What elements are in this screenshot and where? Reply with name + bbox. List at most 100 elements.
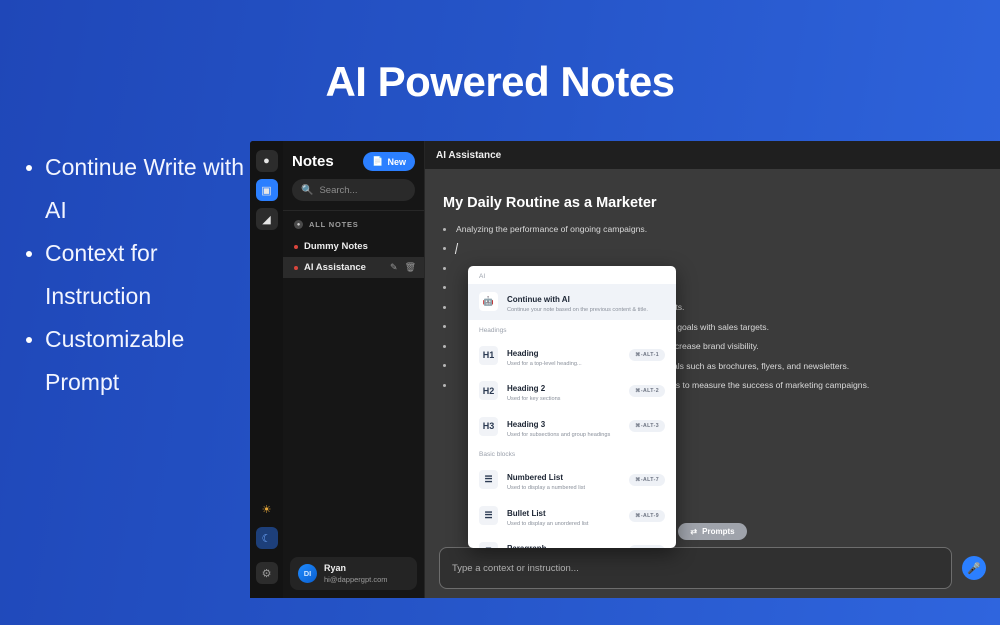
list-item: Continue Write with AI [18,146,250,232]
bullet-dot-icon [26,251,32,257]
list-item [443,242,980,255]
instruction-input[interactable]: Type a context or instruction... [439,547,952,589]
bullet-dot-icon [443,305,446,309]
sun-glyph: ☀ [261,503,272,516]
menu-item-desc: Used for key sections [507,396,561,403]
bullet-text: Analyzing the performance of ongoing cam… [456,224,648,234]
user-profile[interactable]: DI Ryan hi@dappergpt.com [290,557,417,590]
shortcut-badge: ⌘-ALT-0 [629,545,665,548]
note-status-dot-icon [294,265,298,270]
menu-item-title: Heading [507,348,539,358]
chat-glyph: ● [263,155,270,167]
bullet-dot-icon [443,286,446,289]
robot-icon: 🤖 [479,292,498,312]
bullet-dot-icon [443,266,446,270]
menu-item-title: Paragraph [507,544,547,548]
shuffle-icon: ⇄ [690,527,698,536]
bullet-text: ting goals with sales targets. [661,321,769,332]
menu-item-title: Numbered List [507,473,564,483]
bullet-dot-icon [443,344,446,348]
page-title: AI Powered Notes [325,58,675,105]
bullet-text: ators to measure the success of marketin… [661,380,870,390]
menu-item-paragraph[interactable]: T Paragraph Used for the body of your do… [468,533,676,548]
menu-item-heading-3[interactable]: H3 Heading 3 Used for subsections and gr… [468,409,676,445]
list-item: Context for Instruction [18,232,250,318]
paragraph-icon: T [479,541,498,548]
moon-icon[interactable]: ☾ [255,527,278,549]
list-item[interactable]: Dummy Notes [283,236,424,257]
search-icon: 🔍 [301,184,314,196]
menu-item-desc: Used to display a numbered list [507,485,586,492]
user-name: Ryan [324,563,347,574]
section-label-ai: AI [479,273,486,280]
avatar: DI [298,564,317,584]
heading-1-icon: H1 [479,345,498,365]
menu-item-numbered-list[interactable]: ☰ Numbered List Used to display a number… [468,462,676,498]
menu-item-bullet-list[interactable]: ☰ Bullet List Used to display an unorder… [468,498,676,534]
main-header: AI Assistance [425,141,1000,169]
menu-item-text: Heading 2 Used for key sections [507,378,620,404]
folder-icon: ● [294,220,303,229]
menu-item-text: Heading Used for a top-level heading... [507,343,620,369]
moon-glyph: ☾ [261,532,272,545]
menu-item-title: Heading 2 [507,384,546,394]
heading-3-icon: H3 [479,416,498,436]
sun-icon[interactable]: ☀ [256,498,278,520]
slash-command-menu[interactable]: AI 🤖 Continue with AI Continue your note… [468,266,676,548]
menu-item-text: Heading 3 Used for subsections and group… [507,414,620,440]
feature-label: Customizable Prompt [45,326,185,395]
notes-glyph: ▣ [261,184,272,197]
menu-item-title: Continue with AI [507,295,570,304]
prompts-button[interactable]: ⇄ Prompts [678,523,747,540]
icon-rail: ● ▣ ◢ ☀ ☾ ⚙ [250,141,283,598]
list-item: Analyzing the performance of ongoing cam… [443,223,980,235]
gear-icon[interactable]: ⚙ [255,562,278,584]
all-notes-header[interactable]: ● ALL NOTES [283,211,424,236]
user-email: hi@dappergpt.com [324,574,388,584]
shortcut-badge: ⌘-ALT-2 [629,384,665,397]
menu-item-heading-2[interactable]: H2 Heading 2 Used for key sections ⌘-ALT… [468,373,676,409]
text-cursor [454,242,459,254]
document-icon: 📄 [372,156,384,166]
menu-item-desc: Continue your note based on the previous… [507,307,648,313]
menu-item-continue-with-ai[interactable]: 🤖 Continue with AI Continue your note ba… [468,284,676,320]
menu-item-desc: Used for a top-level heading... [507,360,582,367]
menu-item-text: Paragraph Used for the body of your docu… [507,538,620,548]
list-item[interactable]: AI Assistance ✎ 🗑 [283,257,424,278]
section-label-basic-blocks: Basic blocks [479,451,516,459]
note-row-actions: ✎ 🗑 [390,262,416,273]
section-label-headings: Headings [479,326,507,334]
delete-icon[interactable]: 🗑 [405,262,416,273]
shortcut-badge: ⌘-ALT-7 [629,473,665,486]
note-title: AI Assistance [304,262,366,273]
sidebar-title: Notes [292,153,334,170]
chat-icon[interactable]: ● [255,150,278,172]
gear-glyph: ⚙ [261,567,272,580]
notes-icon[interactable]: ▣ [255,179,278,201]
menu-item-heading-1[interactable]: H1 Heading Used for a top-level heading.… [468,338,676,374]
user-info: Ryan hi@dappergpt.com [324,563,387,584]
microphone-icon[interactable]: 🎤 [962,556,986,580]
archive-glyph: ◢ [262,213,271,226]
heading-2-icon: H2 [479,381,498,401]
bullet-text: terials such as brochures, flyers, and n… [661,360,850,371]
bullet-dot-icon [26,337,32,343]
feature-list: Continue Write with AI Context for Instr… [18,146,250,404]
list-item: Customizable Prompt [18,318,250,404]
archive-icon[interactable]: ◢ [255,208,278,230]
menu-item-text: Numbered List Used to display a numbered… [507,467,620,493]
search-input[interactable]: 🔍 Search... [292,179,415,201]
shortcut-badge: ⌘-ALT-1 [629,349,665,362]
menu-item-text: Continue with AI Continue your note base… [507,289,665,315]
bullet-dot-icon [443,247,446,250]
menu-item-text: Bullet List Used to display an unordered… [507,503,620,529]
edit-icon[interactable]: ✎ [390,262,398,273]
document-title: My Daily Routine as a Marketer [443,195,657,211]
bullet-dot-icon [26,165,32,171]
notes-header: Notes 📄 New [283,141,424,179]
feature-label: Context for Instruction [45,240,158,309]
new-note-button[interactable]: 📄 New [363,152,415,171]
menu-item-desc: Used for subsections and group headings [507,431,611,438]
new-note-label: New [387,156,406,167]
